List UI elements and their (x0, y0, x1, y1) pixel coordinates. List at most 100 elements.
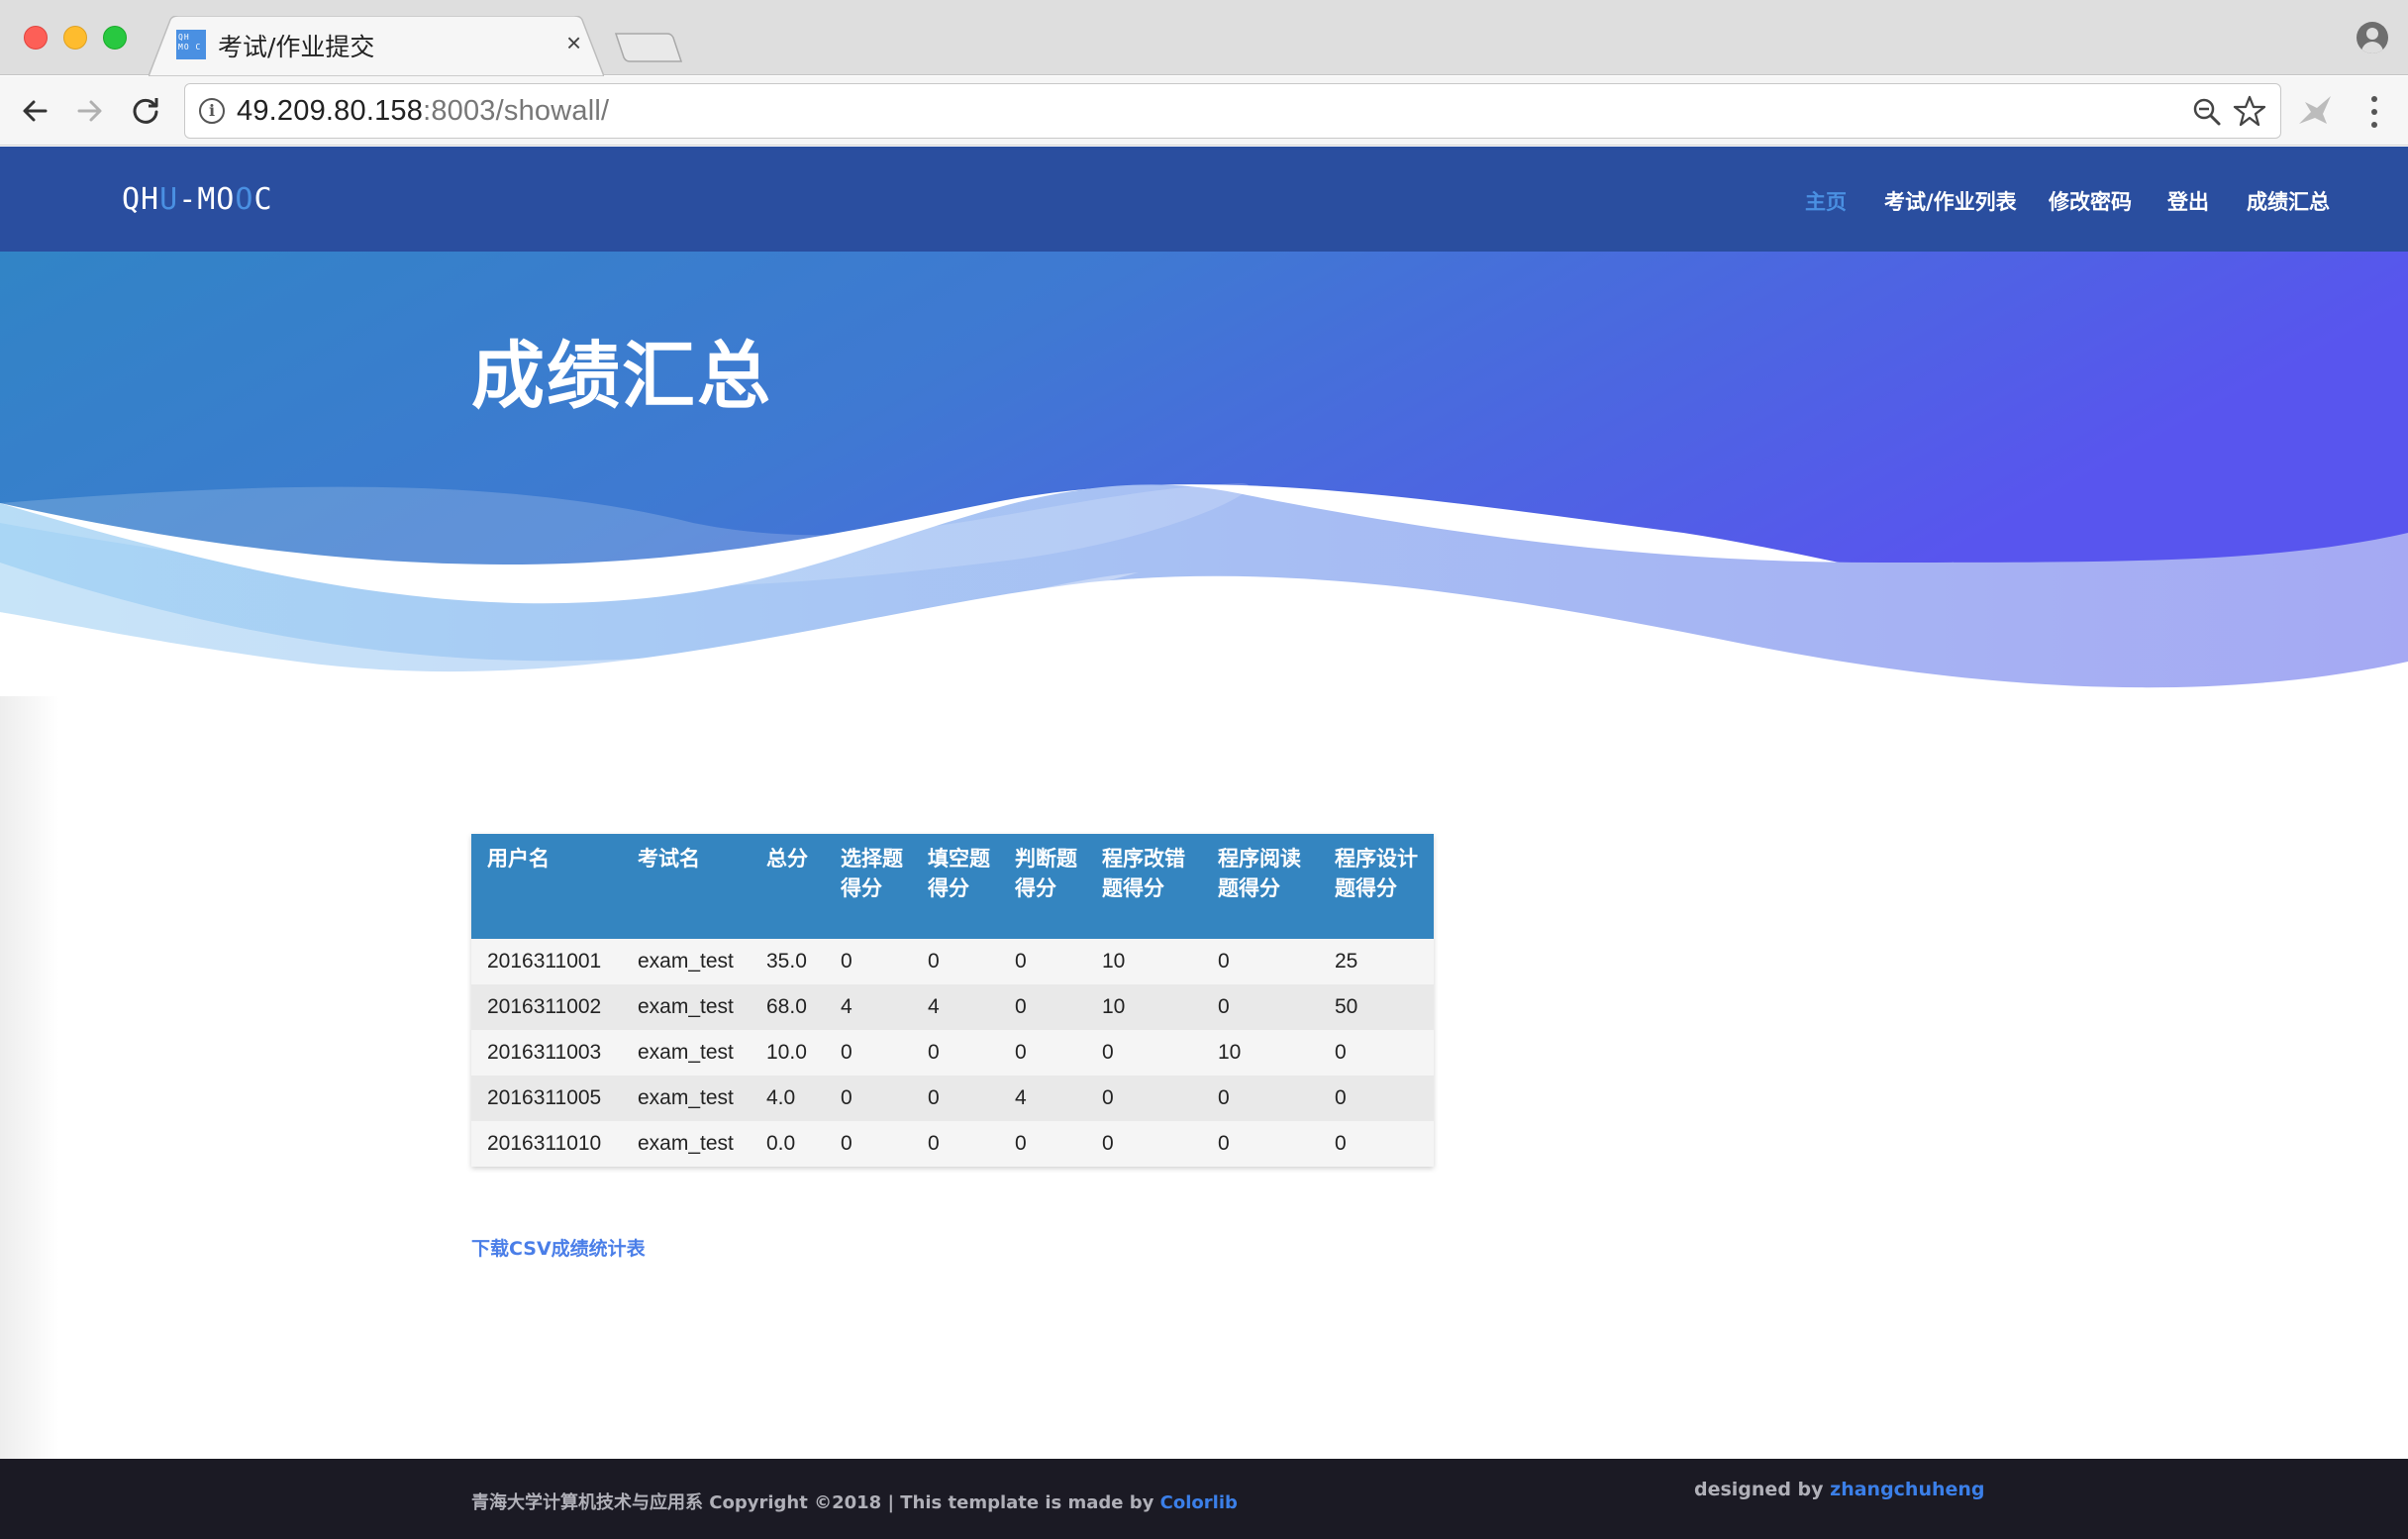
hero-banner: QHU-MOOC 主页 考试/作业列表 修改密码 登出 成绩汇总 成绩汇总 (0, 147, 2408, 701)
col-header-username[interactable]: 用户名 (471, 834, 622, 939)
cell-fix: 10 (1086, 939, 1202, 984)
extension-bird-icon[interactable] (2297, 94, 2333, 133)
window-minimize-button[interactable] (63, 26, 87, 50)
cell-exam-name: exam_test (622, 1030, 751, 1076)
nav-exams-link[interactable]: 考试/作业列表 (1884, 186, 2017, 216)
cell-fill: 0 (912, 1076, 999, 1121)
reload-icon[interactable] (125, 90, 166, 132)
col-header-judge[interactable]: 判断题得分 (999, 834, 1086, 939)
site-footer: 青海大学计算机技术与应用系 Copyright ©2018 | This tem… (0, 1459, 2408, 1539)
cell-read: 0 (1202, 1121, 1319, 1167)
cell-fix: 0 (1086, 1076, 1202, 1121)
tab-favicon-icon: QH MO C (176, 30, 206, 59)
table-row: 2016311002 exam_test 68.0 4 4 0 10 0 50 (471, 984, 1434, 1030)
table-row: 2016311001 exam_test 35.0 0 0 0 10 0 25 (471, 939, 1434, 984)
cell-judge: 0 (999, 984, 1086, 1030)
cell-judge: 0 (999, 939, 1086, 984)
col-header-choice[interactable]: 选择题得分 (825, 834, 912, 939)
cell-choice: 0 (825, 939, 912, 984)
cell-read: 0 (1202, 984, 1319, 1030)
cell-total: 4.0 (751, 1076, 825, 1121)
cell-design: 0 (1319, 1121, 1434, 1167)
cell-total: 68.0 (751, 984, 825, 1030)
nav-grades-link[interactable]: 成绩汇总 (2247, 186, 2330, 216)
footer-credit: designed by zhangchuheng (1694, 1479, 1985, 1500)
tab-title: 考试/作业提交 (218, 33, 375, 61)
cell-fix: 0 (1086, 1121, 1202, 1167)
logo-part: C (253, 182, 273, 217)
window-close-button[interactable] (24, 26, 48, 50)
page-title: 成绩汇总 (471, 334, 772, 419)
cell-username: 2016311001 (471, 939, 622, 984)
table-row: 2016311005 exam_test 4.0 0 0 4 0 0 0 (471, 1076, 1434, 1121)
browser-menu-icon[interactable] (2364, 92, 2384, 132)
cell-total: 10.0 (751, 1030, 825, 1076)
cell-fill: 0 (912, 1121, 999, 1167)
cell-username: 2016311003 (471, 1030, 622, 1076)
browser-tab-bar: QH MO C 考试/作业提交 × (0, 0, 2408, 76)
col-header-read[interactable]: 程序阅读题得分 (1202, 834, 1319, 939)
col-header-fill[interactable]: 填空题得分 (912, 834, 999, 939)
browser-tab[interactable] (149, 16, 604, 76)
site-navbar: QHU-MOOC 主页 考试/作业列表 修改密码 登出 成绩汇总 (0, 147, 2408, 252)
new-tab-button[interactable] (614, 30, 683, 70)
tab-close-icon[interactable]: × (566, 28, 581, 58)
site-logo[interactable]: QHU-MOOC (122, 182, 273, 217)
cell-design: 0 (1319, 1076, 1434, 1121)
col-header-design[interactable]: 程序设计题得分 (1319, 834, 1434, 939)
cell-judge: 4 (999, 1076, 1086, 1121)
address-bar[interactable]: i 49.209.80.158:8003/showall/ (184, 83, 2281, 139)
bookmark-star-icon[interactable] (2233, 94, 2266, 133)
cell-fix: 10 (1086, 984, 1202, 1030)
nav-logout-link[interactable]: 登出 (2167, 186, 2209, 216)
cell-fill: 0 (912, 939, 999, 984)
grades-table: 用户名 考试名 总分 选择题得分 填空题得分 判断题得分 程序改错题得分 程序阅… (471, 834, 1434, 1167)
logo-part: O (235, 182, 254, 217)
nav-home-link[interactable]: 主页 (1805, 186, 1847, 216)
logo-part: -MO (178, 182, 236, 217)
cell-username: 2016311010 (471, 1121, 622, 1167)
cell-exam-name: exam_test (622, 939, 751, 984)
cell-choice: 4 (825, 984, 912, 1030)
nav-change-password-link[interactable]: 修改密码 (2049, 186, 2132, 216)
designed-by-text: designed by (1694, 1479, 1831, 1500)
cell-username: 2016311005 (471, 1076, 622, 1121)
cell-fix: 0 (1086, 1030, 1202, 1076)
cell-total: 0.0 (751, 1121, 825, 1167)
table-row: 2016311003 exam_test 10.0 0 0 0 0 10 0 (471, 1030, 1434, 1076)
window-zoom-button[interactable] (103, 26, 127, 50)
table-row: 2016311010 exam_test 0.0 0 0 0 0 0 0 (471, 1121, 1434, 1167)
cell-exam-name: exam_test (622, 984, 751, 1030)
cell-design: 25 (1319, 939, 1434, 984)
cell-design: 50 (1319, 984, 1434, 1030)
site-info-icon[interactable]: i (199, 98, 225, 124)
logo-part: QH (122, 182, 160, 217)
logo-part: U (159, 182, 179, 217)
cell-design: 0 (1319, 1030, 1434, 1076)
cell-choice: 0 (825, 1030, 912, 1076)
back-arrow-icon[interactable] (14, 90, 55, 132)
designer-link[interactable]: zhangchuheng (1830, 1479, 1984, 1500)
colorlib-link[interactable]: Colorlib (1160, 1492, 1238, 1513)
table-header-row: 用户名 考试名 总分 选择题得分 填空题得分 判断题得分 程序改错题得分 程序阅… (471, 834, 1434, 939)
profile-icon[interactable] (2357, 22, 2388, 53)
cell-username: 2016311002 (471, 984, 622, 1030)
download-csv-link[interactable]: 下载CSV成绩统计表 (471, 1234, 646, 1261)
col-header-exam-name[interactable]: 考试名 (622, 834, 751, 939)
zoom-icon[interactable] (2191, 96, 2223, 133)
cell-exam-name: exam_test (622, 1076, 751, 1121)
col-header-fix[interactable]: 程序改错题得分 (1086, 834, 1202, 939)
url-text[interactable]: 49.209.80.158:8003/showall/ (237, 95, 609, 128)
cell-choice: 0 (825, 1076, 912, 1121)
cell-exam-name: exam_test (622, 1121, 751, 1167)
side-shadow (0, 696, 59, 1518)
url-path: :8003/showall/ (423, 95, 610, 127)
forward-arrow-icon[interactable] (69, 90, 111, 132)
cell-fill: 0 (912, 1030, 999, 1076)
cell-total: 35.0 (751, 939, 825, 984)
col-header-total[interactable]: 总分 (751, 834, 825, 939)
url-host: 49.209.80.158 (237, 95, 424, 127)
footer-copyright: 青海大学计算机技术与应用系 Copyright ©2018 | This tem… (471, 1488, 1238, 1514)
page-content: QHU-MOOC 主页 考试/作业列表 修改密码 登出 成绩汇总 成绩汇总 用户… (0, 147, 2408, 1539)
cell-judge: 0 (999, 1121, 1086, 1167)
